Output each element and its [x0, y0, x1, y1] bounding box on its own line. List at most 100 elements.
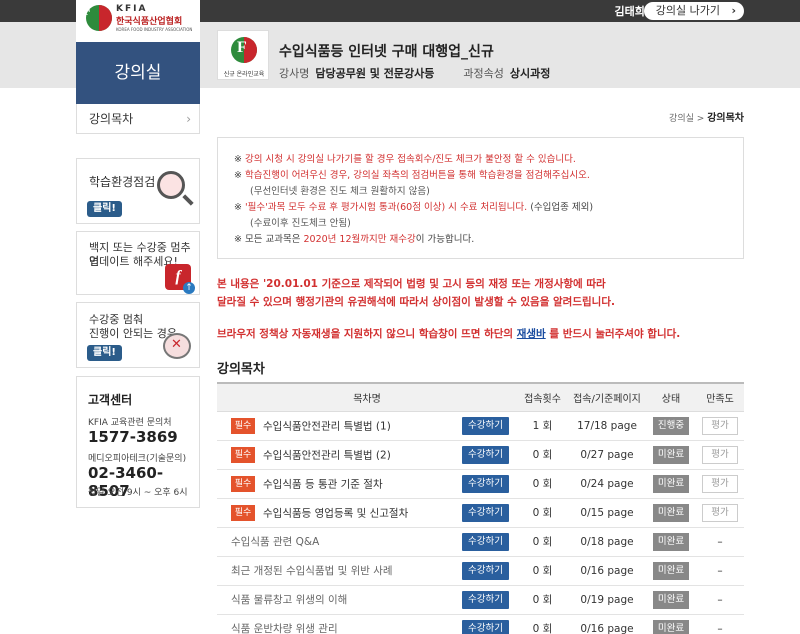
status-cell: 미완료	[646, 614, 696, 634]
table-header-row: 목차명 접속횟수 접속/기준페이지 상태 만족도	[217, 382, 744, 412]
sidebar-item-toc[interactable]: 강의목차 ›	[76, 104, 200, 134]
col-header-rating: 만족도	[696, 382, 744, 412]
tech-contact-label: 메디오피아테크(기술문의)	[88, 454, 187, 464]
revision-warning: 본 내용은 '20.01.01 기준으로 제작되어 법령 및 고시 등의 재정 …	[217, 275, 615, 311]
error-monitor-icon	[163, 333, 191, 359]
access-count: 0 회	[517, 527, 568, 557]
lesson-name-cell: 필수 수입식품 등 통관 기준 절차 수강하기	[217, 469, 517, 499]
required-badge: 필수	[231, 504, 255, 521]
course-logo: F 신규 온라인교육	[217, 30, 269, 80]
lesson-name: 수입식품안전관리 특별법 (1)	[263, 420, 391, 432]
customer-center-title: 고객센터	[88, 393, 133, 407]
customer-center-card: 고객센터 KFIA 교육관련 문의처 1577-3869 메디오피아테크(기술문…	[76, 376, 200, 508]
page-progress: 0/16 page	[568, 556, 646, 586]
notice-line-3b: (수료이후 진도체크 안됨)	[250, 218, 351, 229]
course-attr-label: 과정속성	[463, 67, 504, 80]
status-badge: 미완료	[652, 561, 690, 580]
notice-box: ※ 강의 시청 시 강의실 나가기를 할 경우 접속회수/진도 체크가 불안정 …	[217, 137, 744, 259]
rating-cell: 평가	[696, 440, 744, 470]
breadcrumb-current: 강의목차	[707, 113, 744, 124]
logo-text-korean: 한국식품산업협회	[116, 17, 183, 27]
env-check-label: 학습환경점검	[89, 175, 156, 189]
take-lesson-button[interactable]: 수강하기	[462, 561, 509, 580]
rating-cell: 평가	[696, 498, 744, 528]
table-row: 최근 개정된 수입식품법 및 위반 사례 수강하기 0 회 0/16 page 미완료 –	[217, 556, 744, 586]
breadcrumb-home[interactable]: 강의실	[669, 114, 694, 124]
take-lesson-button[interactable]: 수강하기	[462, 474, 509, 493]
flash-update-card[interactable]: 백지 또는 수강중 멈추면 업데이트 해주세요! f ↑	[76, 231, 200, 295]
rate-button[interactable]: 평가	[702, 474, 738, 493]
autoplay-warning-pre: 브라우저 정책상 자동재생을 지원하지 않으니 학습창이 뜨면 하단의	[217, 328, 517, 340]
notice-line-3-tail: (수입업종 제외)	[530, 202, 594, 213]
access-count: 0 회	[517, 556, 568, 586]
rating-cell: –	[696, 556, 744, 586]
table-row: 필수 수입식품 등 통관 기준 절차 수강하기 0 회 0/24 page 미완료 평가	[217, 469, 744, 499]
update-arrow-icon: ↑	[183, 282, 195, 294]
classroom-title: 강의실	[76, 42, 200, 104]
access-count: 0 회	[517, 614, 568, 634]
playback-help-button[interactable]: 클릭!	[87, 345, 122, 361]
notice-mark: ※	[234, 170, 242, 181]
exit-classroom-label: 강의실 나가기	[655, 4, 720, 17]
section-title: 강의목차	[217, 362, 265, 377]
access-count: 0 회	[517, 585, 568, 615]
lesson-name: 식품 물류창고 위생의 이해	[231, 594, 348, 606]
take-lesson-button[interactable]: 수강하기	[462, 503, 509, 522]
status-cell: 미완료	[646, 556, 696, 586]
course-title: 수입식품등 인터넷 구매 대행업_신규	[279, 44, 494, 60]
rate-button[interactable]: 평가	[702, 445, 738, 464]
status-badge: 미완료	[652, 619, 690, 634]
lesson-name-cell: 식품 물류창고 위생의 이해 수강하기	[217, 585, 517, 615]
access-count: 0 회	[517, 440, 568, 470]
page-progress: 0/16 page	[568, 614, 646, 634]
rate-button[interactable]: 평가	[702, 503, 738, 522]
take-lesson-button[interactable]: 수강하기	[462, 416, 509, 435]
status-cell: 미완료	[646, 585, 696, 615]
take-lesson-button[interactable]: 수강하기	[462, 590, 509, 609]
playback-help-card[interactable]: 수강중 멈춰 진행이 안되는 경우 클릭!	[76, 302, 200, 368]
course-attr-value: 상시과정	[509, 67, 551, 80]
take-lesson-button[interactable]: 수강하기	[462, 619, 509, 634]
status-cell: 미완료	[646, 498, 696, 528]
course-logo-letter: F	[237, 39, 247, 56]
table-row: 식품 운반차량 위생 관리 수강하기 0 회 0/16 page 미완료 –	[217, 614, 744, 634]
page-progress: 17/18 page	[568, 411, 646, 441]
lesson-name-cell: 수입식품 관련 Q&A 수강하기	[217, 527, 517, 557]
rating-cell: –	[696, 527, 744, 557]
status-badge: 미완료	[652, 474, 690, 493]
status-cell: 진행중	[646, 411, 696, 441]
page-progress: 0/19 page	[568, 585, 646, 615]
business-hours: 평일 오전 9시 ~ 오후 6시	[88, 488, 188, 498]
take-lesson-button[interactable]: 수강하기	[462, 445, 509, 464]
access-count: 0 회	[517, 498, 568, 528]
lesson-name-cell: 필수 수입식품안전관리 특별법 (2) 수강하기	[217, 440, 517, 470]
exit-classroom-button[interactable]: 강의실 나가기 ›	[643, 2, 744, 20]
course-meta: 강사명 담당공무원 및 전문강사등 과정속성 상시과정	[279, 65, 550, 81]
logo-text-english: KOREA FOOD INDUSTRY ASSOCIATION	[116, 27, 193, 32]
kfia-phone: 1577-3869	[88, 428, 178, 446]
page-progress: 0/24 page	[568, 469, 646, 499]
notice-mark: ※	[234, 234, 242, 245]
notice-line-2: 학습진행이 어려우신 경우, 강의실 좌측의 점검버튼을 통해 학습환경을 점검…	[245, 170, 590, 181]
rate-button[interactable]: 평가	[702, 416, 738, 435]
rating-empty: –	[717, 593, 723, 606]
take-lesson-button[interactable]: 수강하기	[462, 532, 509, 551]
access-count: 1 회	[517, 411, 568, 441]
rating-cell: 평가	[696, 469, 744, 499]
lesson-name: 식품 운반차량 위생 관리	[231, 623, 338, 634]
env-check-button[interactable]: 클릭!	[87, 201, 122, 217]
revision-warning-line-2: 달라질 수 있으며 행정기관의 유권해석에 따라서 상이점이 발생할 수 있음을…	[217, 296, 615, 308]
table-row: 식품 물류창고 위생의 이해 수강하기 0 회 0/19 page 미완료 –	[217, 585, 744, 615]
status-cell: 미완료	[646, 527, 696, 557]
notice-line-1: 강의 시청 시 강의실 나가기를 할 경우 접속회수/진도 체크가 불안정 할 …	[245, 154, 576, 165]
playback-help-text-1: 수강중 멈춰	[89, 313, 144, 326]
lesson-name-cell: 필수 수입식품안전관리 특별법 (1) 수강하기	[217, 411, 517, 441]
notice-line-4-pre: 모든 교과목은	[245, 234, 301, 245]
required-badge: 필수	[231, 417, 255, 434]
lecturer-label: 강사명	[279, 67, 310, 80]
status-badge: 진행중	[652, 416, 690, 435]
kfia-logo[interactable]: F KFIA 한국식품산업협회 KOREA FOOD INDUSTRY ASSO…	[76, 0, 200, 42]
page-progress: 0/18 page	[568, 527, 646, 557]
lecturer-value: 담당공무원 및 전문강사등	[315, 67, 435, 80]
env-check-card[interactable]: 학습환경점검 클릭!	[76, 158, 200, 224]
